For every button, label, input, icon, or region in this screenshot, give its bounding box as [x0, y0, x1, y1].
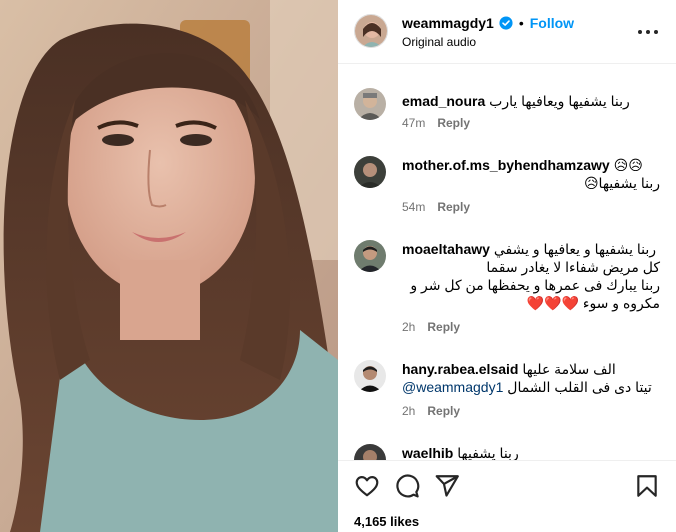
author-avatar[interactable]: [354, 14, 388, 48]
verified-badge-icon: [499, 16, 513, 30]
more-options-icon[interactable]: [638, 22, 658, 42]
comment-meta: 54m Reply: [402, 200, 470, 214]
comment-text: ربنا يشفيها😥: [583, 175, 660, 191]
paper-plane-icon[interactable]: [434, 473, 460, 499]
comment-avatar[interactable]: [354, 156, 386, 188]
comment-meta: 2h Reply: [402, 404, 460, 418]
author-line: weammagdy1 • Follow: [402, 15, 574, 31]
post-media[interactable]: [0, 0, 338, 532]
comment-time: 54m: [402, 200, 426, 214]
comment-time: 2h: [402, 320, 416, 334]
reply-button[interactable]: Reply: [427, 320, 460, 334]
reply-button[interactable]: Reply: [437, 200, 470, 214]
comment-text: ربنا يشفيها ويعافيها يارب: [489, 93, 630, 109]
comment-body: moaeltahawy ربنا يشفيها و يعافيها و يشفي…: [402, 240, 660, 312]
comment-time: 2h: [402, 404, 416, 418]
comment-text-line: ربنا يشفيها و يعافيها و يشفي: [493, 241, 657, 257]
comment-text: ربنا يشفيها: [457, 445, 519, 460]
comment-username[interactable]: mother.of.ms_byhendhamzawy: [402, 157, 610, 173]
comment-text-line: مكروه و سوء ❤️❤️❤️: [526, 295, 660, 311]
reply-button[interactable]: Reply: [427, 404, 460, 418]
comment-username[interactable]: moaeltahawy: [402, 241, 490, 257]
post-video-frame: [0, 0, 338, 532]
comment-body: hany.rabea.elsaid الف سلامة عليها @weamm…: [402, 360, 660, 396]
heart-icon[interactable]: [354, 473, 380, 499]
post-side-panel: weammagdy1 • Follow Original audio emad_…: [338, 0, 676, 532]
comment-meta: 2h Reply: [402, 320, 460, 334]
comment-text-line: ربنا يبارك فى عمرها و يحفظها من كل شر و: [410, 277, 660, 293]
post-header: weammagdy1 • Follow Original audio: [338, 0, 676, 64]
comment-text-line: تيتا دى فى القلب الشمال: [507, 379, 652, 395]
likes-count[interactable]: 4,165 likes: [354, 514, 419, 529]
comment-avatar[interactable]: [354, 88, 386, 120]
reply-button[interactable]: Reply: [437, 116, 470, 130]
comment-meta: 47m Reply: [402, 116, 470, 130]
comment-username[interactable]: hany.rabea.elsaid: [402, 361, 518, 377]
author-username[interactable]: weammagdy1: [402, 15, 494, 31]
comment-user-emoji: 😥😥: [613, 157, 643, 173]
comment-username[interactable]: waelhib: [402, 445, 453, 460]
comment-username[interactable]: emad_noura: [402, 93, 485, 109]
comment-bubble-icon[interactable]: [394, 473, 420, 499]
comment-avatar[interactable]: [354, 240, 386, 272]
comment-avatar[interactable]: [354, 444, 386, 460]
comment-body: mother.of.ms_byhendhamzawy 😥😥 ربنا يشفيه…: [402, 156, 660, 192]
comments-list[interactable]: emad_noura ربنا يشفيها ويعافيها يارب 47m…: [338, 64, 676, 460]
comment-body: waelhib ربنا يشفيها: [402, 444, 660, 460]
post-actions-bar: [338, 460, 676, 510]
comment-avatar[interactable]: [354, 360, 386, 392]
comment-text-line: كل مريض شفاءا لا يغادر سقما: [486, 259, 660, 275]
comment-mention[interactable]: @weammagdy1: [402, 379, 503, 395]
header-separator: •: [518, 15, 524, 31]
comment-time: 47m: [402, 116, 426, 130]
comment-body: emad_noura ربنا يشفيها ويعافيها يارب: [402, 92, 660, 110]
audio-label[interactable]: Original audio: [402, 35, 476, 49]
follow-button[interactable]: Follow: [530, 15, 574, 31]
bookmark-icon[interactable]: [634, 473, 660, 499]
comment-text-line: الف سلامة عليها: [522, 361, 616, 377]
